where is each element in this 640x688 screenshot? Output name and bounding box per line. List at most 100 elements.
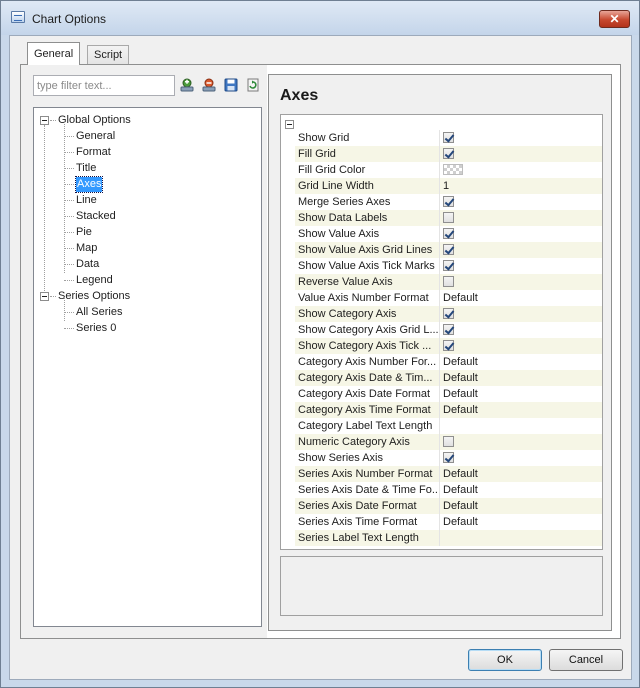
tree-node-title[interactable]: Title [76,161,96,176]
property-row[interactable]: Numeric Category Axis [295,434,602,450]
property-value-cell[interactable] [439,194,602,210]
property-value[interactable]: Default [439,370,602,386]
checkbox-checked[interactable] [443,148,454,159]
property-value[interactable]: Default [439,354,602,370]
checkbox-checked[interactable] [443,228,454,239]
property-row[interactable]: Show Category Axis Grid L... [295,322,602,338]
property-row[interactable]: Show Data Labels [295,210,602,226]
cancel-button[interactable]: Cancel [549,649,623,671]
property-value[interactable]: Default [439,514,602,530]
property-row[interactable]: Series Axis Time Format Default [295,514,602,530]
property-row[interactable]: Show Value Axis Grid Lines [295,242,602,258]
tree-node-series-0[interactable]: Series 0 [76,321,116,336]
property-value-cell[interactable] [439,226,602,242]
property-name: Category Axis Date Format [298,388,431,400]
property-value[interactable]: Default [439,482,602,498]
property-value-cell[interactable] [439,162,602,178]
property-value[interactable]: 1 [439,178,602,194]
property-value[interactable]: Default [439,466,602,482]
property-name: Value Axis Number Format [298,292,429,304]
property-row[interactable]: Merge Series Axes [295,194,602,210]
checkbox-checked[interactable] [443,132,454,143]
tree-node-global-options[interactable]: Global Options [58,113,131,128]
collapse-all-icon[interactable] [285,120,294,129]
checkbox-unchecked[interactable] [443,212,454,223]
property-value-cell[interactable] [439,242,602,258]
property-name: Show Value Axis [298,228,380,240]
checkbox-checked[interactable] [443,452,454,463]
tree-node-legend[interactable]: Legend [76,273,113,288]
property-value[interactable]: Default [439,290,602,306]
checkbox-checked[interactable] [443,260,454,271]
add-icon[interactable] [179,77,195,93]
remove-icon[interactable] [201,77,217,93]
checkbox-checked[interactable] [443,244,454,255]
color-swatch-icon[interactable] [443,164,463,175]
checkbox-unchecked[interactable] [443,276,454,287]
save-icon[interactable] [223,77,239,93]
tree-node-axes[interactable]: Axes [74,176,104,193]
property-value[interactable]: Default [439,402,602,418]
property-value[interactable] [439,530,602,546]
property-value-cell[interactable] [439,434,602,450]
tree-node-format[interactable]: Format [76,145,111,160]
property-row[interactable]: Show Category Axis Tick ... [295,338,602,354]
property-value-cell[interactable] [439,210,602,226]
property-row[interactable]: Category Axis Date Format Default [295,386,602,402]
ok-button[interactable]: OK [468,649,542,671]
tree-node-all-series[interactable]: All Series [76,305,122,320]
property-value-cell[interactable] [439,130,602,146]
tree-node-line[interactable]: Line [76,193,97,208]
property-value[interactable]: Default [439,386,602,402]
property-value-cell[interactable] [439,274,602,290]
property-value-cell[interactable] [439,338,602,354]
checkbox-checked[interactable] [443,324,454,335]
property-name: Category Axis Number For... [298,356,437,368]
collapse-toggle-series[interactable] [40,292,49,301]
checkbox-checked[interactable] [443,196,454,207]
refresh-icon[interactable] [245,77,261,93]
property-row[interactable]: Series Label Text Length [295,530,602,546]
property-value-cell[interactable] [439,306,602,322]
property-row[interactable]: Show Value Axis [295,226,602,242]
property-row[interactable]: Category Axis Number For... Default [295,354,602,370]
property-row[interactable]: Fill Grid [295,146,602,162]
property-row[interactable]: Category Axis Date & Tim... Default [295,370,602,386]
filter-input[interactable] [33,75,175,96]
property-value[interactable] [439,418,602,434]
property-row[interactable]: Grid Line Width 1 [295,178,602,194]
tree-node-stacked[interactable]: Stacked [76,209,116,224]
property-row[interactable]: Fill Grid Color [295,162,602,178]
close-button[interactable]: ✕ [599,10,630,28]
tree-node-data[interactable]: Data [76,257,99,272]
property-row[interactable]: Series Axis Date Format Default [295,498,602,514]
tree-node-pie[interactable]: Pie [76,225,92,240]
tree-node-series-options[interactable]: Series Options [58,289,130,304]
property-row[interactable]: Show Value Axis Tick Marks [295,258,602,274]
title-bar[interactable]: Chart Options ✕ [1,1,639,35]
property-name: Numeric Category Axis [298,436,410,448]
tree-node-map[interactable]: Map [76,241,97,256]
property-row[interactable]: Show Grid [295,130,602,146]
property-value-cell[interactable] [439,450,602,466]
tab-general[interactable]: General [27,42,81,65]
tab-script[interactable]: Script [87,45,130,65]
checkbox-unchecked[interactable] [443,436,454,447]
property-row[interactable]: Reverse Value Axis [295,274,602,290]
property-row[interactable]: Show Category Axis [295,306,602,322]
checkbox-checked[interactable] [443,308,454,319]
section-title: Axes [280,87,319,104]
property-row[interactable]: Series Axis Number Format Default [295,466,602,482]
property-row[interactable]: Value Axis Number Format Default [295,290,602,306]
tree-node-general[interactable]: General [76,129,115,144]
property-row[interactable]: Show Series Axis [295,450,602,466]
collapse-toggle-global[interactable] [40,116,49,125]
property-row[interactable]: Series Axis Date & Time Fo... Default [295,482,602,498]
property-value[interactable]: Default [439,498,602,514]
property-value-cell[interactable] [439,258,602,274]
checkbox-checked[interactable] [443,340,454,351]
property-row[interactable]: Category Axis Time Format Default [295,402,602,418]
property-value-cell[interactable] [439,146,602,162]
property-value-cell[interactable] [439,322,602,338]
property-row[interactable]: Category Label Text Length [295,418,602,434]
